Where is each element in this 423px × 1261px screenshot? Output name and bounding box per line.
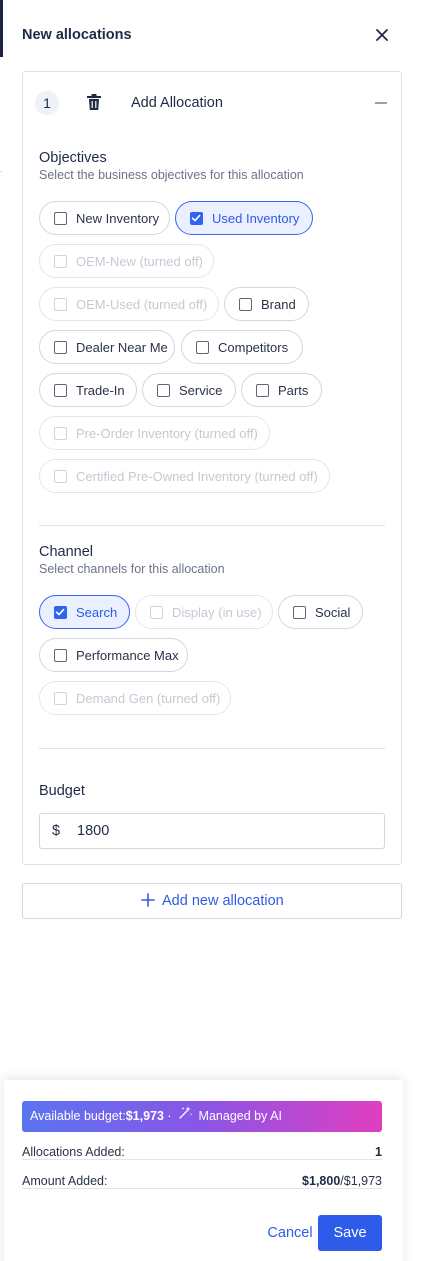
checkbox xyxy=(54,255,67,268)
checkbox[interactable] xyxy=(54,384,67,397)
side-accent-bar xyxy=(0,0,3,57)
section-divider xyxy=(39,748,385,749)
channel-option-demand-gen: Demand Gen (turned off) xyxy=(39,681,231,715)
chip-label: New Inventory xyxy=(76,211,160,226)
banner-managed-label: Managed by AI xyxy=(198,1109,282,1123)
allocations-added-value: 1 xyxy=(375,1145,382,1159)
chip-label: Performance Max xyxy=(76,648,179,663)
channel-option-search[interactable]: Search xyxy=(39,595,130,629)
chip-label: Trade-In xyxy=(76,383,125,398)
budget-title: Budget xyxy=(39,783,85,799)
objectives-option-new-inventory[interactable]: New Inventory xyxy=(39,201,170,235)
checkbox xyxy=(54,427,67,440)
checkbox[interactable] xyxy=(54,341,67,354)
chip-label: Search xyxy=(76,605,118,620)
checkbox xyxy=(54,470,67,483)
objectives-option-pre-order-inventory: Pre-Order Inventory (turned off) xyxy=(39,416,270,450)
channel-subtitle: Select channels for this allocation xyxy=(39,562,225,576)
banner-separator: · xyxy=(167,1109,172,1123)
chip-label: OEM-Used (turned off) xyxy=(76,297,208,312)
checkbox xyxy=(54,298,67,311)
minus-icon[interactable] xyxy=(375,102,387,104)
objectives-subtitle: Select the business objectives for this … xyxy=(39,168,304,182)
objectives-option-trade-in[interactable]: Trade-In xyxy=(39,373,137,407)
objectives-option-certified-pre-owned-inventory: Certified Pre-Owned Inventory (turned of… xyxy=(39,459,330,493)
chip-label: Demand Gen (turned off) xyxy=(76,691,221,706)
checkbox[interactable] xyxy=(256,384,269,397)
chip-label: Display (in use) xyxy=(172,605,262,620)
objectives-option-brand[interactable]: Brand xyxy=(224,287,309,321)
chip-label: Certified Pre-Owned Inventory (turned of… xyxy=(76,469,318,484)
chip-label: Parts xyxy=(278,383,309,398)
channel-title: Channel xyxy=(39,544,94,560)
chip-label: Dealer Near Me xyxy=(76,340,168,355)
add-new-allocation-button[interactable]: Add new allocation xyxy=(22,883,402,919)
checkbox-checked[interactable] xyxy=(54,606,67,619)
channel-option-social[interactable]: Social xyxy=(278,595,363,629)
objectives-option-oem-used: OEM-Used (turned off) xyxy=(39,287,219,321)
checkbox[interactable] xyxy=(239,298,252,311)
banner-amount: $1,973 xyxy=(125,1109,164,1123)
drawer-header: New allocations xyxy=(22,26,400,46)
section-divider xyxy=(39,525,385,526)
allocations-added-row: Allocations Added: 1 xyxy=(22,1145,382,1163)
add-new-allocation-label: Add new allocation xyxy=(162,893,284,909)
channel-option-display: Display (in use) xyxy=(135,595,273,629)
chip-label: Brand xyxy=(261,297,296,312)
allocations-added-label: Allocations Added: xyxy=(22,1145,127,1159)
amount-added-label: Amount Added: xyxy=(22,1174,110,1188)
objectives-option-competitors[interactable]: Competitors xyxy=(181,330,303,364)
trash-icon[interactable] xyxy=(87,94,103,112)
checkbox[interactable] xyxy=(293,606,306,619)
chip-label: Social xyxy=(315,605,351,620)
plus-icon xyxy=(141,892,155,908)
close-icon[interactable] xyxy=(374,27,390,43)
save-button[interactable]: Save xyxy=(318,1215,382,1251)
checkbox xyxy=(54,692,67,705)
sparkle-icon xyxy=(179,1100,193,1131)
chip-label: OEM-New (turned off) xyxy=(76,254,203,269)
checkbox[interactable] xyxy=(54,212,67,225)
drawer-title: New allocations xyxy=(22,27,132,43)
cancel-button[interactable]: Cancel xyxy=(258,1215,322,1251)
chip-label: Competitors xyxy=(218,340,289,355)
amount-added-row: Amount Added: $1,800/$1,973 xyxy=(22,1174,382,1192)
objectives-title: Objectives xyxy=(39,150,107,166)
amount-total: /$1,973 xyxy=(340,1174,382,1188)
allocation-number: 1 xyxy=(35,91,59,115)
side-divider xyxy=(0,171,2,172)
banner-label: Available budget: xyxy=(30,1109,126,1123)
objectives-option-dealer-near-me[interactable]: Dealer Near Me xyxy=(39,330,175,364)
allocation-header: 1 Add Allocation xyxy=(35,90,389,116)
objectives-option-service[interactable]: Service xyxy=(142,373,236,407)
budget-field[interactable]: $ xyxy=(39,813,385,849)
checkbox-checked[interactable] xyxy=(190,212,203,225)
check-icon xyxy=(55,608,65,616)
objectives-option-used-inventory[interactable]: Used Inventory xyxy=(175,201,313,235)
checkbox[interactable] xyxy=(196,341,209,354)
checkbox xyxy=(150,606,163,619)
allocation-title: Add Allocation xyxy=(131,95,223,111)
allocation-card: 1 Add Allocation Objectives Select the b… xyxy=(22,71,402,865)
checkbox[interactable] xyxy=(54,649,67,662)
amount-added-value: $1,800 xyxy=(302,1174,341,1188)
available-budget-banner: Available budget:$1,973 · Managed by AI xyxy=(22,1101,382,1132)
chip-label: Service xyxy=(179,383,223,398)
check-icon xyxy=(191,214,201,222)
budget-input[interactable] xyxy=(77,821,367,841)
budget-footer: Available budget:$1,973 · Managed by AI … xyxy=(4,1080,403,1261)
checkbox[interactable] xyxy=(157,384,170,397)
chip-label: Used Inventory xyxy=(212,211,300,226)
currency-symbol: $ xyxy=(52,823,61,839)
chip-label: Pre-Order Inventory (turned off) xyxy=(76,426,258,441)
objectives-option-parts[interactable]: Parts xyxy=(241,373,322,407)
objectives-option-oem-new: OEM-New (turned off) xyxy=(39,244,214,278)
channel-option-performance-max[interactable]: Performance Max xyxy=(39,638,188,672)
